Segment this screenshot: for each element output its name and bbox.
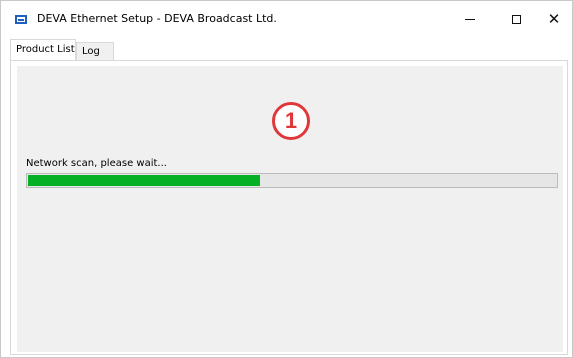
tab-strip: Product List Log	[10, 39, 570, 61]
app-window: DEVA Ethernet Setup - DEVA Broadcast Ltd…	[0, 0, 573, 358]
title-bar[interactable]: DEVA Ethernet Setup - DEVA Broadcast Ltd…	[1, 1, 572, 37]
monitor-icon	[15, 15, 27, 24]
scan-status-text: Network scan, please wait...	[26, 158, 167, 169]
tab-log[interactable]: Log	[76, 42, 114, 60]
minimize-icon	[465, 18, 475, 20]
scan-progress-bar	[26, 173, 558, 188]
annotation-badge: 1	[272, 102, 310, 140]
minimize-button[interactable]	[447, 1, 493, 37]
close-button[interactable]: ✕	[533, 1, 573, 37]
close-icon: ✕	[547, 9, 561, 28]
progress-fill	[28, 175, 260, 186]
window-title: DEVA Ethernet Setup - DEVA Broadcast Ltd…	[37, 12, 277, 25]
maximize-icon	[511, 14, 521, 24]
tab-product-list[interactable]: Product List	[10, 39, 76, 60]
